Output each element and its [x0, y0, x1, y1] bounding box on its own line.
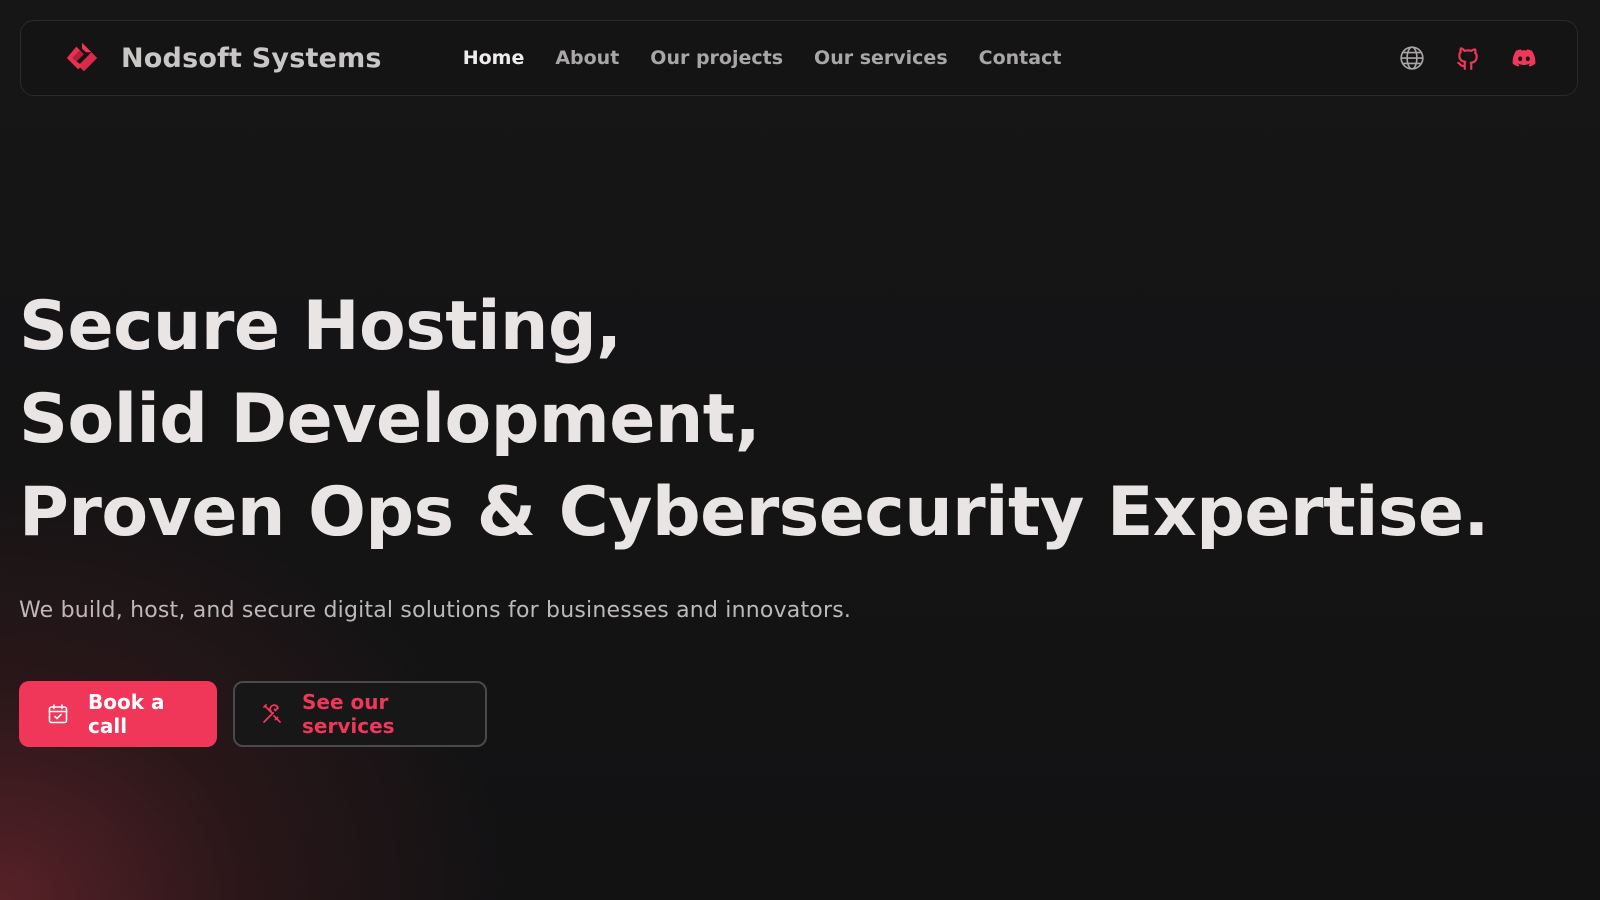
- main-nav: Home About Our projects Our services Con…: [463, 47, 1062, 69]
- nav-icon-group: [1399, 45, 1537, 71]
- nav-link-our-services[interactable]: Our services: [814, 47, 948, 69]
- navbar: Nodsoft Systems Home About Our projects …: [20, 20, 1578, 96]
- tools-icon: [260, 702, 284, 726]
- hero-subtitle: We build, host, and secure digital solut…: [19, 598, 852, 623]
- see-our-services-button[interactable]: See our services: [233, 681, 487, 747]
- cta-row: Book a call See our services: [19, 681, 1489, 747]
- page: Nodsoft Systems Home About Our projects …: [0, 0, 1600, 900]
- nav-link-home[interactable]: Home: [463, 47, 525, 69]
- hero-section: Secure Hosting, Solid Development, Prove…: [19, 280, 1489, 747]
- hero-title-line: Proven Ops & Cybersecurity Expertise.: [19, 473, 1489, 552]
- brand-link[interactable]: Nodsoft Systems: [63, 39, 382, 77]
- nav-link-about[interactable]: About: [555, 47, 619, 69]
- hero-title: Secure Hosting, Solid Development, Prove…: [19, 280, 1489, 559]
- hero-title-line: Secure Hosting,: [19, 287, 622, 366]
- brand-name: Nodsoft Systems: [121, 42, 382, 74]
- book-a-call-label: Book a call: [88, 690, 165, 738]
- see-our-services-label: See our services: [302, 690, 395, 738]
- nodsoft-logo-icon: [63, 39, 101, 77]
- globe-icon[interactable]: [1399, 45, 1425, 71]
- hero-title-line: Solid Development,: [19, 380, 761, 459]
- github-icon[interactable]: [1455, 45, 1481, 71]
- discord-icon[interactable]: [1511, 45, 1537, 71]
- nav-link-our-projects[interactable]: Our projects: [650, 47, 783, 69]
- nav-link-contact[interactable]: Contact: [979, 47, 1062, 69]
- calendar-check-icon: [46, 702, 70, 726]
- book-a-call-button[interactable]: Book a call: [19, 681, 217, 747]
